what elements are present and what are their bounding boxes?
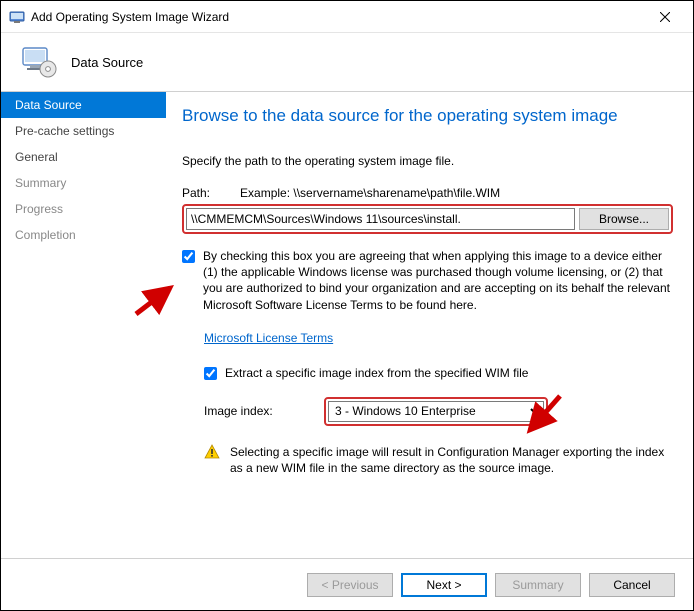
- wizard-footer: < Previous Next > Summary Cancel: [1, 558, 693, 610]
- warning-row: Selecting a specific image will result i…: [204, 444, 673, 476]
- path-controls-highlight: Browse...: [182, 204, 673, 234]
- window-title: Add Operating System Image Wizard: [31, 10, 645, 24]
- cancel-button[interactable]: Cancel: [589, 573, 675, 597]
- wizard-header: Data Source: [1, 33, 693, 91]
- image-index-row: Image index: 3 - Windows 10 Enterprise: [204, 397, 673, 426]
- path-input[interactable]: [186, 208, 575, 230]
- path-label: Path:: [182, 186, 210, 200]
- extract-row: Extract a specific image index from the …: [204, 365, 673, 381]
- sidebar-item-data-source[interactable]: Data Source: [1, 92, 166, 118]
- wizard-window: Add Operating System Image Wizard Data S…: [0, 0, 694, 611]
- warning-text: Selecting a specific image will result i…: [230, 444, 673, 476]
- monitor-cd-icon: [21, 44, 57, 80]
- extract-text: Extract a specific image index from the …: [225, 365, 528, 381]
- wizard-body: Data Source Pre-cache settings General S…: [1, 91, 693, 558]
- page-heading: Browse to the data source for the operat…: [182, 106, 673, 126]
- close-button[interactable]: [645, 2, 685, 32]
- sidebar-item-progress[interactable]: Progress: [1, 196, 166, 222]
- path-example: Example: \\servername\sharename\path\fil…: [240, 186, 500, 200]
- header-page-name: Data Source: [71, 55, 143, 70]
- content-pane: Browse to the data source for the operat…: [166, 92, 693, 558]
- extract-checkbox[interactable]: [204, 367, 217, 380]
- eula-checkbox[interactable]: [182, 250, 195, 263]
- warning-icon: [204, 444, 220, 460]
- sidebar-item-summary[interactable]: Summary: [1, 170, 166, 196]
- sidebar-item-completion[interactable]: Completion: [1, 222, 166, 248]
- image-index-select[interactable]: 3 - Windows 10 Enterprise: [328, 401, 544, 422]
- browse-button[interactable]: Browse...: [579, 208, 669, 230]
- eula-row: By checking this box you are agreeing th…: [182, 248, 673, 313]
- lead-text: Specify the path to the operating system…: [182, 154, 673, 168]
- sidebar: Data Source Pre-cache settings General S…: [1, 92, 166, 558]
- sidebar-item-general[interactable]: General: [1, 144, 166, 170]
- summary-button[interactable]: Summary: [495, 573, 581, 597]
- sidebar-item-precache[interactable]: Pre-cache settings: [1, 118, 166, 144]
- eula-text: By checking this box you are agreeing th…: [203, 248, 673, 313]
- app-icon: [9, 9, 25, 25]
- close-icon: [660, 12, 670, 22]
- next-button[interactable]: Next >: [401, 573, 487, 597]
- previous-button[interactable]: < Previous: [307, 573, 393, 597]
- image-index-highlight: 3 - Windows 10 Enterprise: [324, 397, 548, 426]
- titlebar: Add Operating System Image Wizard: [1, 1, 693, 33]
- image-index-label: Image index:: [204, 404, 314, 418]
- license-terms-link[interactable]: Microsoft License Terms: [204, 331, 333, 345]
- path-row-label: Path: Example: \\servername\sharename\pa…: [182, 186, 673, 200]
